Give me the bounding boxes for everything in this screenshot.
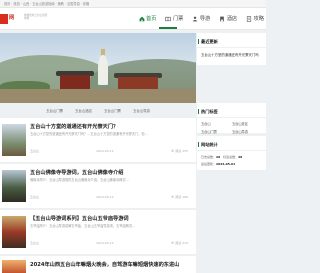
nav-tickets[interactable]: 门票 bbox=[165, 15, 183, 22]
main-nav: 首页 门票 导游 酒店 攻略 bbox=[130, 15, 264, 22]
article-views: 阅读 215 bbox=[170, 241, 188, 245]
article-meta: 五台山 2024-05-12 阅读 255 bbox=[30, 149, 188, 153]
tag-item[interactable]: 五台山导游 bbox=[232, 129, 263, 134]
article-meta: 五台山 2024-05-12 阅读 215 bbox=[30, 241, 188, 245]
latest-box: 最近更新 五台山十方堂的道通还有开光寮天门吗 bbox=[197, 33, 266, 65]
stat-label: 标签总数： bbox=[223, 155, 239, 159]
article-thumbnail[interactable] bbox=[2, 260, 26, 273]
stat-label: 最后更新： bbox=[201, 162, 217, 166]
nav-hotel[interactable]: 酒店 bbox=[219, 15, 237, 22]
article-date: 2024-05-12 bbox=[96, 195, 114, 199]
stats-title: 网站统计 bbox=[198, 142, 218, 147]
ticket-icon bbox=[165, 16, 172, 21]
hero-banner-image[interactable] bbox=[0, 33, 196, 103]
tag-list: 五台山 五台山景区 五台山门票 五台山导游 bbox=[201, 121, 263, 137]
nav-strategy[interactable]: 攻略 bbox=[246, 15, 264, 22]
eye-icon bbox=[170, 241, 175, 245]
article-thumbnail[interactable] bbox=[2, 170, 26, 202]
hero-tab[interactable]: 五台山导游 bbox=[133, 105, 150, 115]
nav-strategy-label: 攻略 bbox=[253, 16, 264, 22]
stat-value: 28 bbox=[238, 155, 243, 159]
top-strip-text: 首页 · 旅游 · 山西 · 五台山旅游指南 · 佛教 · 名胜导游 · 攻略 bbox=[4, 2, 90, 6]
article-title[interactable]: 五台山十方堂的道通还有开光寮天门？ bbox=[30, 123, 190, 130]
hero-tab[interactable]: 五台山门票 bbox=[104, 105, 121, 115]
article-category[interactable]: 五台山 bbox=[30, 241, 39, 245]
article-date: 2024-05-12 bbox=[96, 241, 114, 245]
nav-hotel-label: 酒店 bbox=[226, 16, 238, 22]
nav-home-label: 首页 bbox=[146, 16, 157, 22]
article-category[interactable]: 五台山 bbox=[30, 195, 39, 199]
article-card[interactable]: 2024年山西五台山年嘛烟火晚会，自驾游车嘛短烟快速的东进山 bbox=[0, 256, 196, 273]
stat-label: 日志总数： bbox=[201, 155, 217, 159]
tag-item[interactable]: 五台山 bbox=[201, 121, 232, 126]
eye-icon bbox=[170, 149, 175, 153]
latest-item[interactable]: 五台山十方堂的道通还有开光寮天门吗 bbox=[201, 52, 259, 57]
stats-box: 网站统计 日志总数：28 标签总数：28 最后更新：2024-05-01 bbox=[197, 136, 266, 170]
stat-row: 最后更新：2024-05-01 bbox=[201, 162, 235, 166]
nav-active-indicator bbox=[159, 27, 177, 29]
hero-tabs: 五台山门票 五台山酒店 五台山门票 五台山导游 bbox=[0, 105, 196, 115]
top-strip: 首页 · 旅游 · 山西 · 五台山旅游指南 · 佛教 · 名胜导游 · 攻略 bbox=[0, 0, 266, 8]
hero-tab[interactable]: 五台山门票 bbox=[46, 105, 63, 115]
site-tagline: 佛教胜地五台山旅游攻略 bbox=[24, 14, 48, 21]
latest-title: 最近更新 bbox=[198, 39, 218, 44]
article-title[interactable]: 五台山佛像寺导游词，五台山佛像寺介绍 bbox=[30, 169, 190, 176]
article-title[interactable]: 【五台山导游词系列】五台山五爷庙导游词 bbox=[30, 215, 190, 222]
article-views: 阅读 180 bbox=[170, 195, 188, 199]
article-thumbnail[interactable] bbox=[2, 216, 26, 248]
site-name[interactable]: 网 bbox=[9, 14, 14, 21]
article-desc: 五爷庙简介：五台山导游讲解五爷庙，五台山五爷庙导游词，五爷庙概况... bbox=[30, 224, 136, 228]
article-views-count: 阅读 255 bbox=[175, 149, 188, 153]
article-card[interactable]: 五台山十方堂的道通还有开光寮天门？ 五台山十方堂的道通还有开光寮天门吗？...五… bbox=[0, 118, 196, 162]
article-card[interactable]: 五台山佛像寺导游词，五台山佛像寺介绍 佛像寺简介：五台山导游提供五台山佛像寺介绍… bbox=[0, 164, 196, 208]
article-card[interactable]: 【五台山导游词系列】五台山五爷庙导游词 五爷庙简介：五台山导游讲解五爷庙，五台山… bbox=[0, 210, 196, 254]
guide-icon bbox=[192, 16, 198, 21]
eye-icon bbox=[170, 195, 175, 199]
article-desc: 五台山十方堂的道通还有开光寮天门吗？...五台山十方堂的道通有开光寮天门，但..… bbox=[30, 132, 148, 136]
article-views-count: 阅读 215 bbox=[175, 241, 188, 245]
tags-title: 热门标签 bbox=[198, 109, 218, 114]
tags-box: 热门标签 五台山 五台山景区 五台山门票 五台山导游 bbox=[197, 103, 266, 134]
article-category[interactable]: 五台山 bbox=[30, 149, 39, 153]
stat-value: 28 bbox=[216, 155, 221, 159]
nav-home[interactable]: 首页 bbox=[139, 15, 157, 22]
article-views-count: 阅读 180 bbox=[175, 195, 188, 199]
article-date: 2024-05-12 bbox=[96, 149, 114, 153]
stat-value: 2024-05-01 bbox=[216, 162, 236, 166]
article-desc: 佛像寺简介：五台山导游提供五台山佛像寺介绍，五台山佛像寺概况... bbox=[30, 178, 129, 182]
nav-guide[interactable]: 导游 bbox=[192, 15, 210, 22]
guide-book-icon bbox=[247, 15, 252, 22]
site-logo[interactable] bbox=[0, 14, 8, 24]
article-thumbnail[interactable] bbox=[2, 124, 26, 156]
nav-tickets-label: 门票 bbox=[172, 16, 184, 22]
hotel-icon bbox=[220, 16, 225, 21]
hero-tab[interactable]: 五台山酒店 bbox=[75, 105, 92, 115]
page: 首页 · 旅游 · 山西 · 五台山旅游指南 · 佛教 · 名胜导游 · 攻略 … bbox=[0, 0, 266, 273]
tag-item[interactable]: 五台山景区 bbox=[232, 121, 263, 126]
main-column: 五台山门票 五台山酒店 五台山门票 五台山导游 五台山十方堂的道通还有开光寮天门… bbox=[0, 33, 196, 273]
tag-item[interactable]: 五台山门票 bbox=[201, 129, 232, 134]
article-views: 阅读 255 bbox=[170, 149, 188, 153]
article-meta: 五台山 2024-05-12 阅读 180 bbox=[30, 195, 188, 199]
article-title[interactable]: 2024年山西五台山年嘛烟火晚会，自驾游车嘛短烟快速的东进山 bbox=[30, 261, 190, 268]
home-icon bbox=[139, 16, 144, 21]
stat-row: 日志总数：28 标签总数：28 bbox=[201, 155, 242, 159]
site-header: 网 佛教胜地五台山旅游攻略 首页 门票 导游 酒店 攻略 bbox=[0, 8, 266, 30]
nav-guide-label: 导游 bbox=[199, 16, 211, 22]
